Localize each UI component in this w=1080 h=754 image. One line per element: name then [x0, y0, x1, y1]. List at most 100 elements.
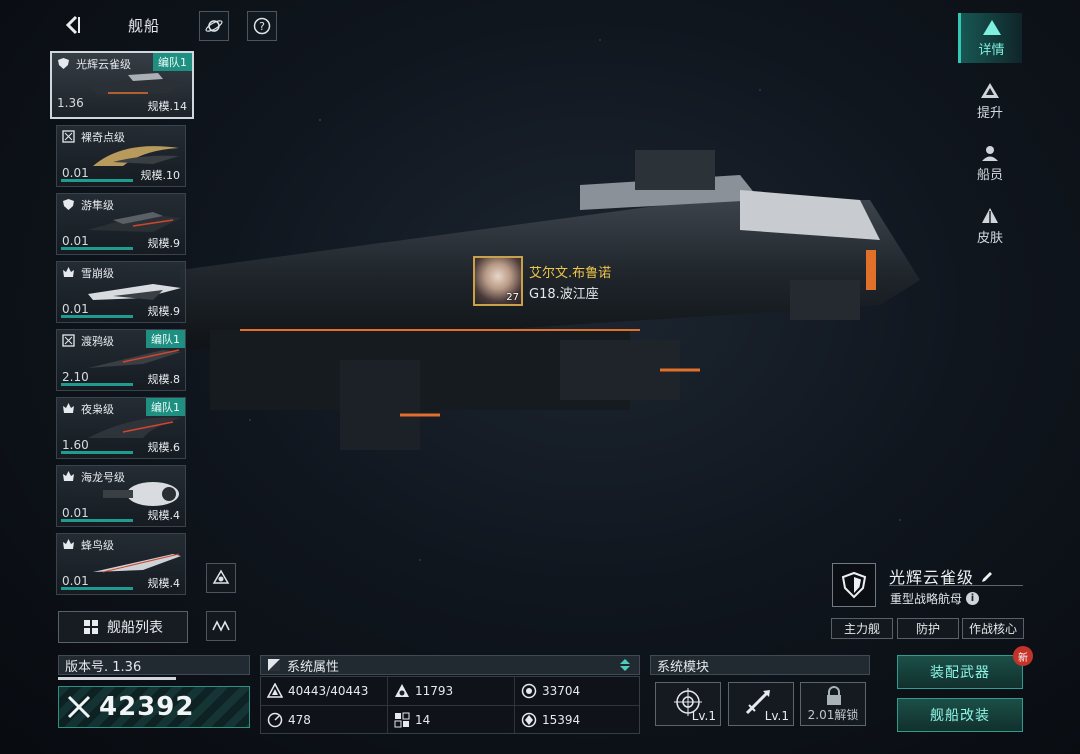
ship-version: 1.60: [62, 438, 89, 452]
shield-icon: [63, 199, 74, 210]
tab-crew[interactable]: 船员: [958, 138, 1022, 188]
fleet-filter-button[interactable]: [206, 563, 236, 593]
ship-scale: 规模.4: [147, 509, 181, 522]
version-label: 版本号. 1.36: [58, 655, 250, 675]
attribute-value: 14: [415, 713, 431, 727]
commander-name: 艾尔文.布鲁诺: [529, 266, 612, 281]
flame-icon: [63, 267, 74, 277]
ship-thumbnail: [93, 553, 181, 573]
attributes-panel: 40443/40443 11793 33704 478 14 15394: [260, 676, 640, 734]
equip-weapons-button[interactable]: 装配武器: [897, 655, 1023, 689]
flame-icon: [63, 403, 74, 413]
ship-type-emblem: [832, 563, 876, 607]
ship-card-7[interactable]: 蜂鸟级 0.01 规模.4: [56, 533, 186, 595]
divider: [889, 585, 1023, 586]
flame-icon: [63, 539, 74, 549]
skin-icon: [982, 207, 998, 223]
dodge-icon: [394, 712, 410, 728]
module-level: Lv.1: [691, 709, 716, 723]
hp-icon: [267, 683, 283, 698]
formation-icon: [212, 620, 230, 632]
edit-icon[interactable]: [980, 570, 994, 584]
version-text: 版本号. 1.36: [65, 659, 142, 675]
armor-icon: [395, 684, 409, 697]
svg-text:?: ?: [259, 20, 265, 33]
top-bar: 舰船 ?: [0, 0, 300, 52]
ship-card-3[interactable]: 雪崩级 0.01 规模.9: [56, 261, 186, 323]
ship-scale: 规模.14: [147, 100, 188, 113]
ship-scale: 规模.9: [147, 237, 181, 250]
shield-icon: [58, 58, 69, 69]
ship-card-5[interactable]: 夜枭级 编队1 1.60 规模.6: [56, 397, 186, 459]
module-level: Lv.1: [764, 709, 789, 723]
help-button[interactable]: ?: [247, 11, 277, 41]
ship-scale: 规模.8: [147, 373, 181, 386]
planet-icon: [205, 20, 223, 32]
attribute-speed: 478: [267, 706, 311, 734]
ship-version: 0.01: [62, 506, 89, 520]
upgrade-icon: [981, 82, 999, 98]
progress-bar: [61, 519, 133, 522]
crew-icon: [982, 145, 998, 161]
combat-power-value: 42392: [99, 692, 195, 722]
ship-card-0[interactable]: 光辉云雀级 编队1 1.36 规模.14: [50, 51, 194, 119]
ship-thumbnail: [88, 212, 181, 232]
ship-version: 0.01: [62, 234, 89, 248]
speed-icon: [267, 712, 283, 728]
tab-label: 船员: [976, 167, 1003, 183]
ship-card-6[interactable]: 海龙号级 0.01 规模.4: [56, 465, 186, 527]
attribute-shield: 33704: [521, 677, 580, 705]
divider: [261, 705, 639, 706]
tab-label: 详情: [978, 42, 1005, 58]
ship-thumbnail: [88, 73, 186, 95]
ship-scale: 规模.4: [147, 577, 181, 590]
tab-skin[interactable]: 皮肤: [958, 201, 1022, 251]
ship-modify-button[interactable]: 舰船改装: [897, 698, 1023, 732]
team-badge: 编队1: [153, 53, 192, 71]
tab-label: 提升: [976, 105, 1003, 121]
galaxy-button[interactable]: [199, 11, 229, 41]
ship-card-1[interactable]: 裸奇点级 0.01 规模.10: [56, 125, 186, 187]
module-slot-radar[interactable]: Lv.1: [655, 682, 721, 726]
modules-header: 系统模块: [650, 655, 870, 675]
shield-stat-icon: [521, 683, 537, 699]
attribute-dodge: 14: [394, 706, 430, 734]
shield-icon: [841, 571, 867, 599]
ship-thumbnail: [88, 417, 181, 438]
tab-label: 皮肤: [976, 230, 1003, 246]
module-slot-weapon[interactable]: Lv.1: [728, 682, 794, 726]
ship-scale: 规模.10: [140, 169, 181, 182]
ship-version: 2.10: [62, 370, 89, 384]
target-icon: [62, 334, 75, 347]
commander-level: 27: [506, 292, 519, 303]
tab-details[interactable]: 详情: [958, 13, 1022, 63]
info-icon[interactable]: i: [966, 592, 980, 605]
ship-model: [180, 150, 920, 450]
ship-thumbnail: [88, 349, 181, 368]
firepower-icon: [521, 712, 537, 728]
attribute-value: 40443/40443: [288, 684, 369, 698]
back-button[interactable]: [58, 12, 88, 38]
commander-avatar[interactable]: 27: [473, 256, 523, 306]
version-bar: [58, 677, 176, 680]
ship-list-button[interactable]: 舰船列表: [58, 611, 188, 643]
module-slot-locked[interactable]: 2.01解锁: [800, 682, 866, 726]
module-unlock-text: 2.01解锁: [807, 708, 859, 722]
fleet-icon: [212, 569, 230, 584]
ship-card-4[interactable]: 渡鸦级 编队1 2.10 规模.8: [56, 329, 186, 391]
formation-button[interactable]: [206, 611, 236, 641]
flame-icon: [63, 471, 74, 481]
sort-toggle-icon[interactable]: [617, 657, 633, 673]
tab-upgrade[interactable]: 提升: [958, 76, 1022, 126]
help-icon: ?: [253, 17, 271, 35]
ship-version: 1.36: [57, 96, 84, 110]
ship-card-2[interactable]: 游隼级 0.01 规模.9: [56, 193, 186, 255]
progress-bar: [61, 315, 133, 318]
progress-bar: [61, 587, 133, 590]
ship-tag: 作战核心: [962, 618, 1024, 639]
commander-location: G18.波江座: [529, 287, 599, 302]
ship-thumbnail: [103, 482, 179, 506]
ship-name: 光辉云雀级: [76, 58, 131, 71]
target-icon: [62, 130, 75, 143]
grid-icon: [84, 620, 98, 634]
